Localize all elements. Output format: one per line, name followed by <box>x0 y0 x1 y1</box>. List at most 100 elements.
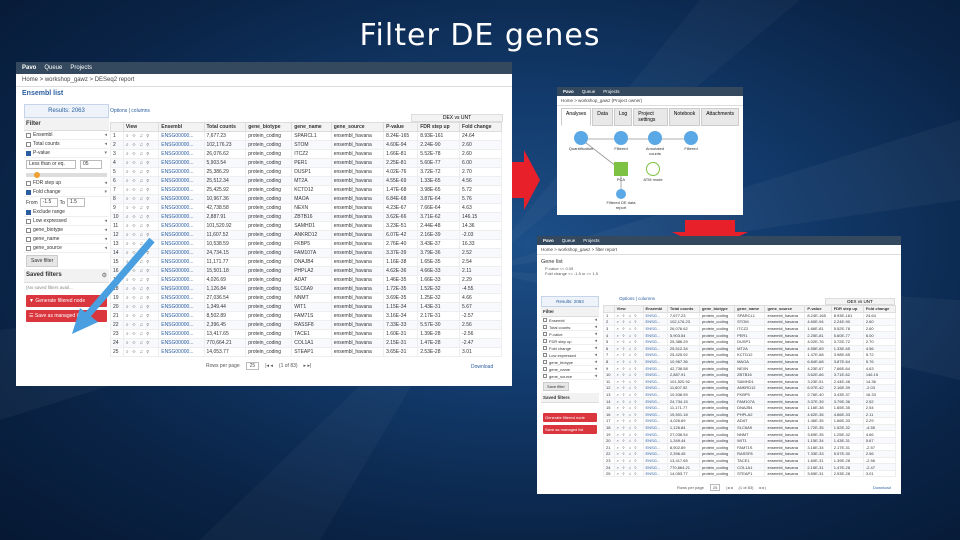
save-managed-list-button[interactable]: ☰ Save as managed list <box>26 310 107 322</box>
fold-to-input[interactable]: 1.5 <box>66 198 85 207</box>
column-header[interactable]: Fold change <box>862 305 897 313</box>
view-icons[interactable]: ⌕ ✣ ♫ ⚲ <box>122 149 160 159</box>
expand-icon[interactable]: ◂ <box>594 331 597 337</box>
download-link[interactable]: Download <box>471 364 493 370</box>
table-row[interactable]: 20 ⌕ ✣ ♫ ⚲ ENSG00000... 1,349.44 protein_cod… <box>110 302 502 312</box>
menu-projects[interactable]: Projects <box>583 238 599 243</box>
prev-page-button[interactable]: |◂ ◂ <box>265 363 273 369</box>
view-icons[interactable]: ⌕ ✣ ♫ ⚲ <box>613 370 644 379</box>
view-icons[interactable]: ⌕ ✣ ♫ ⚲ <box>122 320 160 330</box>
node-filter[interactable]: Annotated counts <box>641 131 669 156</box>
filter-gene-source[interactable]: gene_source ◂ <box>24 244 109 253</box>
expand-icon[interactable]: ◂ <box>104 218 107 224</box>
column-header[interactable]: FDR step up <box>417 122 461 132</box>
expand-icon[interactable]: ◂ <box>104 180 107 186</box>
view-icons[interactable]: ⌕ ✣ ♫ ⚲ <box>613 351 644 359</box>
view-icons[interactable]: ⌕ ✣ ♫ ⚲ <box>122 131 160 141</box>
filter-row[interactable]: P-value ◂ <box>541 331 599 338</box>
table-row[interactable]: 15 ⌕ ✣ ♫ ⚲ ENSG... 11,171.77 protein_coding D… <box>603 403 897 412</box>
filter-total-counts[interactable]: Total counts ◂ <box>24 140 109 149</box>
column-header[interactable]: P-value <box>383 122 419 132</box>
view-icons[interactable]: ⌕ ✣ ♫ ⚲ <box>122 329 160 339</box>
generate-filtered-node-button[interactable]: Generate filtered node <box>543 413 597 422</box>
node-quantification[interactable]: Quantification <box>567 131 595 151</box>
view-icons[interactable]: ⌕ ✣ ♫ ⚲ <box>613 390 644 399</box>
checkbox[interactable] <box>26 218 31 224</box>
rows-per-page-select[interactable]: 25 <box>245 362 260 370</box>
checkbox[interactable] <box>26 132 31 138</box>
expand-icon[interactable]: ◂ <box>594 366 597 372</box>
table-row[interactable]: 12 ⌕ ✣ ♫ ⚲ ENSG00000... 11,607.52 protein_co… <box>110 230 502 240</box>
checkbox[interactable] <box>543 360 547 364</box>
filter-row[interactable]: FDR step up ◂ <box>541 338 599 345</box>
view-icons[interactable]: ⌕ ✣ ♫ ⚲ <box>122 275 160 285</box>
node-filtered-2[interactable]: Filtered <box>677 131 705 151</box>
column-header[interactable]: Total counts <box>203 122 247 132</box>
expand-icon[interactable]: ◂ <box>594 359 597 365</box>
brand-logo[interactable]: Pavo <box>22 65 36 71</box>
table-row[interactable]: 13 ⌕ ✣ ♫ ⚲ ENSG... 10,538.59 protein_coding F… <box>603 390 897 399</box>
view-icons[interactable]: ⌕ ✣ ♫ ⚲ <box>613 403 644 412</box>
expand-icon[interactable]: ◂ <box>594 317 597 323</box>
view-icons[interactable]: ⌕ ✣ ♫ ⚲ <box>122 347 160 357</box>
view-icons[interactable]: ⌕ ✣ ♫ ⚲ <box>122 284 160 294</box>
pvalue-operator-select[interactable]: Less than or eq. <box>26 160 76 169</box>
brand-logo[interactable]: Pavo <box>543 238 554 243</box>
table-row[interactable]: 17 ⌕ ✣ ♫ ⚲ ENSG00000... 4,026.69 protein_cod… <box>110 275 502 285</box>
table-row[interactable]: 17 ⌕ ✣ ♫ ⚲ ENSG... 4,026.69 protein_coding AD… <box>603 417 897 425</box>
filter-row[interactable]: gene_biotype ◂ <box>541 359 599 366</box>
expand-icon[interactable]: ◂ <box>594 338 597 344</box>
column-header[interactable]: Ensembl <box>642 305 668 313</box>
view-icons[interactable]: ⌕ ✣ ♫ ⚲ <box>122 167 160 177</box>
table-row[interactable]: 18 ⌕ ✣ ♫ ⚲ ENSG00000... 1,126.84 protein_cod… <box>110 284 502 294</box>
table-row[interactable]: 23 ⌕ ✣ ♫ ⚲ ENSG00000... 13,417.65 protein_co… <box>110 329 502 339</box>
filter-pvalue[interactable]: P-value ▾ <box>24 149 109 158</box>
table-row[interactable]: 4 ⌕ ✣ ♫ ⚲ ENSG... 5,903.54 protein_coding PER… <box>603 331 897 339</box>
column-header[interactable] <box>603 305 615 313</box>
column-header[interactable]: Total counts <box>666 305 700 313</box>
column-header[interactable]: gene_name <box>734 305 766 313</box>
filter-fdr[interactable]: FDR step up ◂ <box>24 179 109 188</box>
checkbox[interactable] <box>26 245 31 251</box>
table-row[interactable]: 21 ⌕ ✣ ♫ ⚲ ENSG00000... 8,502.89 protein_cod… <box>110 311 502 321</box>
view-icons[interactable]: ⌕ ✣ ♫ ⚲ <box>613 436 644 445</box>
expand-icon[interactable]: ◂ <box>594 373 597 379</box>
view-icons[interactable]: ⌕ ✣ ♫ ⚲ <box>613 311 644 320</box>
table-row[interactable]: 22 ⌕ ✣ ♫ ⚲ ENSG... 2,396.45 protein_coding RA… <box>603 450 897 458</box>
filter-row[interactable]: Total counts ◂ <box>541 324 599 331</box>
filter-row[interactable]: Fold change ◂ <box>541 345 599 352</box>
checkbox[interactable] <box>543 374 547 378</box>
fold-from-input[interactable]: -1.5 <box>39 198 58 207</box>
menu-queue[interactable]: Queue <box>562 238 576 243</box>
table-row[interactable]: 18 ⌕ ✣ ♫ ⚲ ENSG... 1,126.84 protein_coding SL… <box>603 423 897 432</box>
view-icons[interactable]: ⌕ ✣ ♫ ⚲ <box>613 344 644 353</box>
table-row[interactable]: 5 ⌕ ✣ ♫ ⚲ ENSG... 25,386.29 protein_coding DU… <box>603 337 897 346</box>
expand-icon[interactable]: ◂ <box>104 245 107 251</box>
column-header[interactable]: gene_biotype <box>245 122 293 132</box>
checkbox[interactable] <box>26 189 31 195</box>
view-icons[interactable]: ⌕ ✣ ♫ ⚲ <box>122 158 160 168</box>
view-icons[interactable]: ⌕ ✣ ♫ ⚲ <box>613 318 644 326</box>
view-icons[interactable]: ⌕ ✣ ♫ ⚲ <box>122 338 160 348</box>
table-row[interactable]: 6 ⌕ ✣ ♫ ⚲ ENSG00000... 25,512.34 protein_cod… <box>110 176 502 186</box>
checkbox[interactable] <box>26 141 31 147</box>
rows-per-page-select[interactable]: 25 <box>709 484 721 491</box>
table-row[interactable]: 11 ⌕ ✣ ♫ ⚲ ENSG... 101,520.92 protein_coding… <box>603 377 897 386</box>
column-header[interactable]: gene_source <box>330 122 385 132</box>
table-row[interactable]: 9 ⌕ ✣ ♫ ⚲ ENSG00000... 42,738.58 protein_cod… <box>110 203 502 213</box>
next-page-button[interactable]: ▸ ▸| <box>304 363 312 369</box>
view-icons[interactable]: ⌕ ✣ ♫ ⚲ <box>122 248 160 258</box>
checkbox[interactable] <box>543 332 547 336</box>
filter-row[interactable]: Ensembl ◂ <box>541 317 599 324</box>
table-row[interactable]: 7 ⌕ ✣ ♫ ⚲ ENSG00000... 25,425.92 protein_cod… <box>110 185 502 195</box>
save-filter-button[interactable]: Save filter <box>543 382 569 391</box>
table-row[interactable]: 14 ⌕ ✣ ♫ ⚲ ENSG... 24,734.15 protein_coding F… <box>603 397 897 405</box>
collapse-icon[interactable]: ▾ <box>104 189 107 195</box>
pvalue-slider[interactable] <box>26 172 107 178</box>
view-icons[interactable]: ⌕ ✣ ♫ ⚲ <box>613 410 644 419</box>
column-header[interactable]: View <box>613 305 644 313</box>
save-filter-button[interactable]: Save filter <box>26 255 59 267</box>
expand-icon[interactable]: ◂ <box>104 132 107 138</box>
view-icons[interactable]: ⌕ ✣ ♫ ⚲ <box>613 423 644 432</box>
table-row[interactable]: 25 ⌕ ✣ ♫ ⚲ ENSG00000... 14,053.77 protein_co… <box>110 347 502 357</box>
